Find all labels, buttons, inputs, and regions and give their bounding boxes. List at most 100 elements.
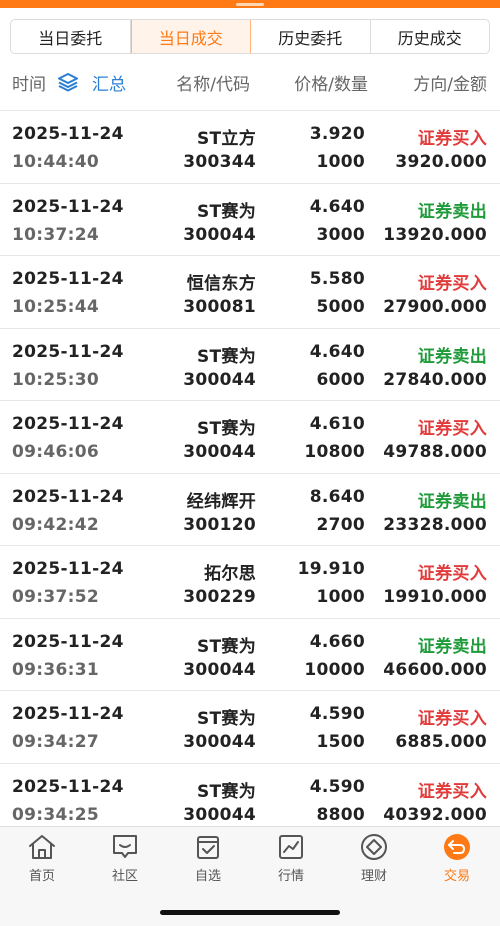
trade-direction: 证券卖出 (417, 491, 487, 512)
trade-amount: 40392.000 (383, 804, 487, 825)
trade-time: 10:25:44 (12, 297, 99, 317)
trade-time: 09:36:31 (12, 659, 99, 680)
stock-code: 300044 (183, 732, 256, 752)
header-direction-amount: 方向/金额 (413, 75, 487, 95)
trade-amount: 46600.000 (383, 659, 487, 680)
trade-direction: 证券卖出 (417, 201, 487, 222)
trade-date: 2025-11-24 (12, 631, 124, 652)
nav-trade[interactable]: 交易 (427, 833, 487, 891)
trade-quantity: 3000 (316, 224, 365, 245)
nav-home[interactable]: 首页 (12, 833, 72, 891)
trade-quantity: 6000 (316, 369, 365, 390)
stock-code: 300044 (183, 224, 256, 245)
stock-name: 拓尔思 (204, 564, 256, 584)
trade-amount: 3920.000 (395, 152, 487, 172)
tab-today-trades[interactable]: 当日成交 (130, 20, 251, 53)
trade-date: 2025-11-24 (12, 414, 124, 434)
trade-price: 4.610 (309, 414, 365, 434)
header-price-qty: 价格/数量 (294, 75, 368, 95)
trade-time: 09:42:42 (12, 514, 99, 535)
trade-date: 2025-11-24 (12, 486, 124, 507)
stock-name: ST赛为 (196, 419, 256, 439)
home-icon (29, 835, 55, 859)
layers-icon[interactable] (57, 72, 79, 92)
trade-amount: 27840.000 (383, 369, 487, 390)
stock-code: 300044 (183, 369, 256, 390)
tab-history-orders[interactable]: 历史委托 (251, 20, 371, 53)
stock-name: ST赛为 (196, 201, 256, 222)
trade-row[interactable]: 2025-11-24 10:25:30 ST赛为 300044 4.640 60… (0, 329, 500, 401)
trade-price: 4.640 (309, 341, 365, 362)
stock-name: 恒信东方 (186, 274, 256, 294)
trade-direction: 证券买入 (417, 564, 487, 584)
header-time: 时间 (12, 75, 46, 95)
tab-history-trades[interactable]: 历史成交 (371, 20, 490, 53)
trade-row[interactable]: 2025-11-24 09:37:52 拓尔思 300229 19.910 10… (0, 546, 500, 619)
trade-row[interactable]: 2025-11-24 10:44:40 ST立方 300344 3.920 10… (0, 111, 500, 184)
trade-row[interactable]: 2025-11-24 10:25:44 恒信东方 300081 5.580 50… (0, 256, 500, 329)
order-tabs: 当日委托 当日成交 历史委托 历史成交 (10, 19, 490, 54)
stock-code: 300229 (183, 587, 256, 607)
trade-row[interactable]: 2025-11-24 09:36:31 ST赛为 300044 4.660 10… (0, 619, 500, 691)
trade-direction: 证券买入 (417, 419, 487, 439)
trade-quantity: 1000 (316, 152, 365, 172)
stock-code: 300044 (183, 659, 256, 680)
trade-price: 8.640 (309, 486, 365, 507)
trade-list[interactable]: 2025-11-24 10:44:40 ST立方 300344 3.920 10… (0, 110, 500, 826)
trade-row[interactable]: 2025-11-24 09:46:06 ST赛为 300044 4.610 10… (0, 401, 500, 474)
nav-wealth-label: 理财 (360, 869, 387, 884)
nav-trade-label: 交易 (443, 869, 470, 884)
nav-wealth[interactable]: 理财 (344, 833, 404, 891)
trade-time: 09:34:25 (12, 804, 99, 825)
trade-direction: 证券买入 (417, 709, 487, 729)
trade-amount: 19910.000 (383, 587, 487, 607)
home-indicator (160, 910, 340, 915)
nav-market[interactable]: 行情 (261, 833, 321, 891)
nav-market-label: 行情 (277, 869, 304, 884)
trade-price: 4.640 (309, 196, 365, 217)
stock-name: 经纬辉开 (186, 491, 256, 512)
trade-date: 2025-11-24 (12, 559, 124, 579)
nav-watchlist-label: 自选 (194, 869, 221, 884)
trade-row[interactable]: 2025-11-24 10:37:24 ST赛为 300044 4.640 30… (0, 184, 500, 256)
trade-quantity: 10000 (304, 659, 365, 680)
trade-date: 2025-11-24 (12, 124, 124, 144)
trade-quantity: 1500 (316, 732, 365, 752)
stock-name: ST赛为 (196, 781, 256, 802)
trade-time: 10:37:24 (12, 224, 99, 245)
trade-direction: 证券买入 (417, 781, 487, 802)
trade-date: 2025-11-24 (12, 341, 124, 362)
stock-code: 300044 (183, 804, 256, 825)
stock-name: ST赛为 (196, 709, 256, 729)
nav-watchlist[interactable]: 自选 (178, 833, 238, 891)
nav-community-label: 社区 (111, 869, 138, 884)
diamond-icon (361, 834, 387, 860)
trade-quantity: 10800 (304, 442, 365, 462)
trade-price: 19.910 (297, 559, 365, 579)
trade-date: 2025-11-24 (12, 269, 124, 289)
trade-quantity: 1000 (316, 587, 365, 607)
header-name-code: 名称/代码 (176, 75, 250, 95)
trade-time: 09:34:27 (12, 732, 99, 752)
pull-handle (236, 3, 264, 6)
trade-row[interactable]: 2025-11-24 09:34:25 ST赛为 300044 4.590 88… (0, 764, 500, 827)
trade-row[interactable]: 2025-11-24 09:34:27 ST赛为 300044 4.590 15… (0, 691, 500, 764)
trade-price: 4.660 (309, 631, 365, 652)
stock-name: ST立方 (196, 129, 256, 149)
trade-row[interactable]: 2025-11-24 09:42:42 经纬辉开 300120 8.640 27… (0, 474, 500, 546)
nav-community[interactable]: 社区 (95, 833, 155, 891)
stock-code: 300344 (183, 152, 256, 172)
trade-quantity: 2700 (316, 514, 365, 535)
trade-amount: 6885.000 (395, 732, 487, 752)
trade-direction: 证券卖出 (417, 346, 487, 367)
summary-link[interactable]: 汇总 (92, 70, 126, 95)
trade-price: 4.590 (309, 776, 365, 797)
tab-today-orders[interactable]: 当日委托 (11, 20, 131, 53)
trade-time: 09:37:52 (12, 587, 99, 607)
trade-date: 2025-11-24 (12, 776, 124, 797)
list-header: 时间 汇总 名称/代码 价格/数量 方向/金额 (0, 62, 500, 100)
stock-name: ST赛为 (196, 346, 256, 367)
watchlist-icon (197, 836, 219, 859)
trade-direction: 证券买入 (417, 129, 487, 149)
stock-code: 300044 (183, 442, 256, 462)
